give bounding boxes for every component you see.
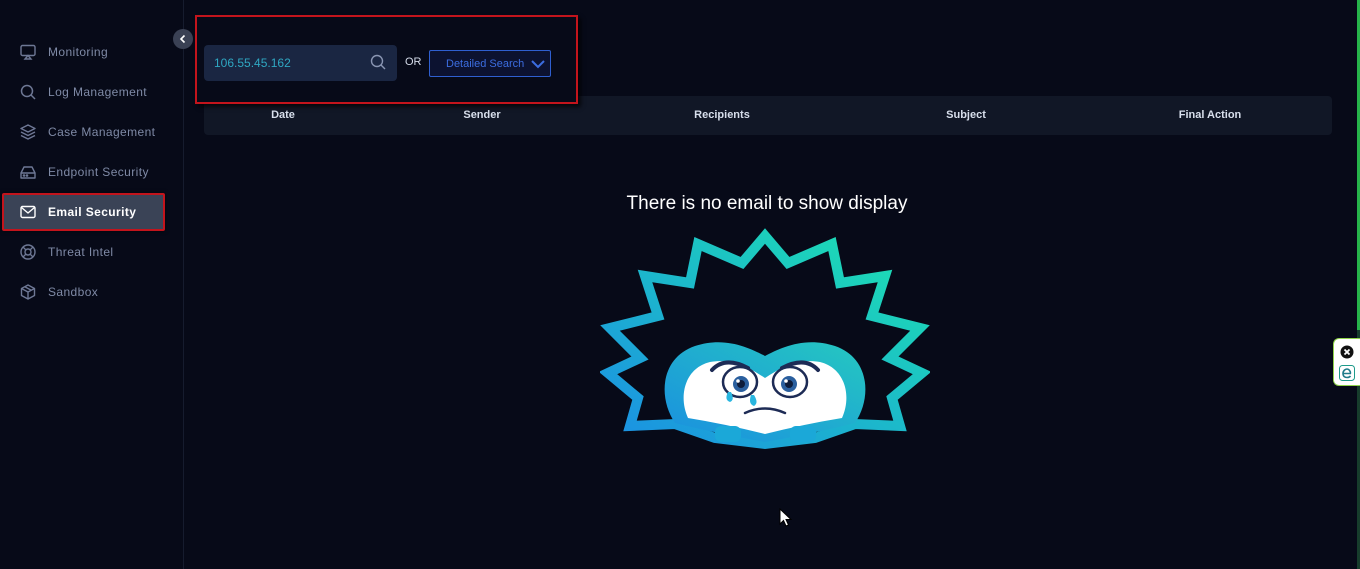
detailed-search-label: Detailed Search: [446, 57, 525, 70]
mail-icon: [18, 202, 38, 222]
sidebar-collapse-button[interactable]: [173, 29, 193, 49]
column-header-sender[interactable]: Sender: [463, 109, 500, 121]
search-input[interactable]: [214, 56, 364, 70]
hard-drive-icon: [18, 162, 38, 182]
search-field[interactable]: [204, 45, 397, 81]
sidebar-item-log-management[interactable]: Log Management: [0, 72, 183, 112]
sidebar-nav: Monitoring Log Management Case Managemen…: [0, 32, 183, 312]
extension-widget: [1333, 338, 1360, 386]
sidebar-item-label: Log Management: [48, 85, 147, 99]
empty-state-message: There is no email to show display: [626, 193, 908, 214]
sidebar-item-label: Sandbox: [48, 285, 99, 299]
mouse-cursor-icon: [779, 508, 793, 527]
sidebar-item-email-security[interactable]: Email Security: [0, 192, 183, 232]
sidebar-item-label: Case Management: [48, 125, 156, 139]
sidebar: Monitoring Log Management Case Managemen…: [0, 0, 184, 569]
box-icon: [18, 282, 38, 302]
lifebuoy-icon: [18, 242, 38, 262]
layers-icon: [18, 122, 38, 142]
sidebar-item-label: Endpoint Security: [48, 165, 149, 179]
detailed-search-dropdown[interactable]: Detailed Search: [429, 50, 551, 77]
sidebar-item-endpoint-security[interactable]: Endpoint Security: [0, 152, 183, 192]
column-header-subject[interactable]: Subject: [946, 109, 986, 121]
sidebar-item-sandbox[interactable]: Sandbox: [0, 272, 183, 312]
sidebar-item-case-management[interactable]: Case Management: [0, 112, 183, 152]
sidebar-item-label: Email Security: [48, 205, 137, 219]
search-icon[interactable]: [369, 53, 387, 76]
edge-logo-icon[interactable]: [1339, 365, 1355, 386]
column-header-recipients[interactable]: Recipients: [694, 109, 750, 121]
chevron-down-icon: [530, 56, 546, 75]
column-header-final-action[interactable]: Final Action: [1179, 109, 1242, 121]
sad-face-illustration: [600, 228, 930, 450]
monitor-icon: [18, 42, 38, 62]
chevron-left-icon: [179, 34, 186, 44]
sidebar-item-threat-intel[interactable]: Threat Intel: [0, 232, 183, 272]
close-icon[interactable]: [1340, 345, 1354, 364]
sidebar-item-monitoring[interactable]: Monitoring: [0, 32, 183, 72]
sidebar-item-label: Monitoring: [48, 45, 109, 59]
column-header-date[interactable]: Date: [271, 109, 295, 121]
sidebar-item-label: Threat Intel: [48, 245, 114, 259]
or-label: OR: [405, 56, 422, 68]
search-icon: [18, 82, 38, 102]
